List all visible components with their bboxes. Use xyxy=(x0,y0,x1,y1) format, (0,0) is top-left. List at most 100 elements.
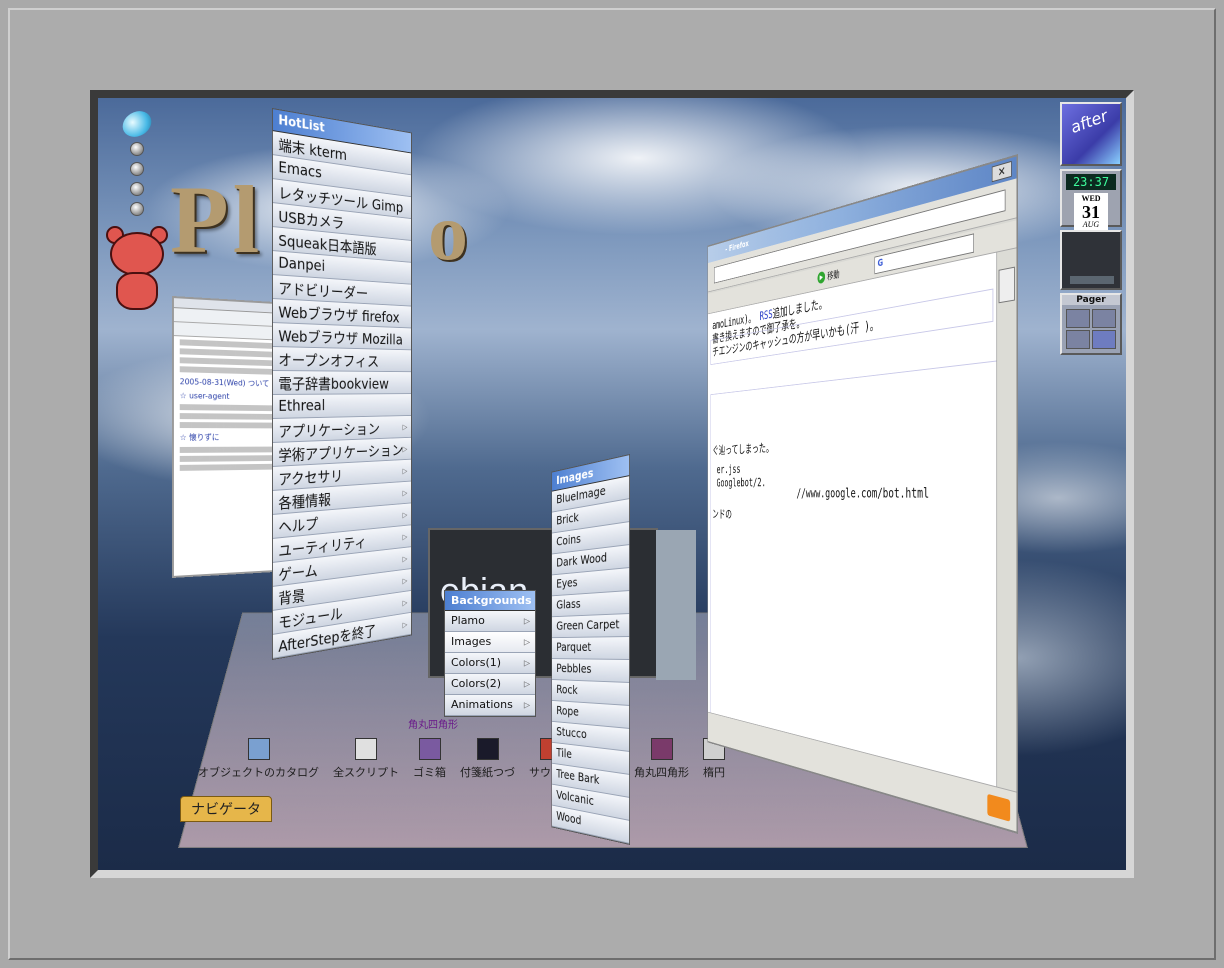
imagesmenu-item[interactable]: Green Carpet xyxy=(551,614,630,639)
menu-item-label: Colors(1) xyxy=(451,656,502,669)
imagesmenu-item[interactable]: Glass xyxy=(551,591,630,618)
submenu-arrow-icon: ▷ xyxy=(402,510,408,519)
navigator-tab[interactable]: ナビゲータ xyxy=(180,796,272,822)
bear-mascot-icon xyxy=(104,226,170,314)
bgmenu-item[interactable]: Colors(2) ▷ xyxy=(445,674,535,695)
squeak-object-icon xyxy=(247,738,270,760)
bgmenu-item[interactable]: Images ▷ xyxy=(445,632,535,653)
content-line: ぐ辿ってしまった。 xyxy=(712,440,774,458)
menu-item-label: 各種情報 xyxy=(278,490,331,513)
imagesmenu-item[interactable]: Pebbles xyxy=(551,659,630,683)
rss-icon[interactable] xyxy=(987,793,1011,822)
menu-item-label: Tree Bark xyxy=(556,767,600,787)
wharf-dock: after 23:37 WED 31 AUG Pager xyxy=(1060,102,1124,358)
menu-item-label: オープンオフィス xyxy=(278,351,380,371)
bgmenu-item[interactable]: Colors(1) ▷ xyxy=(445,653,535,674)
menu-item-label: Webブラウザ Mozilla xyxy=(278,327,403,349)
play-icon: ▶ xyxy=(817,270,826,285)
submenu-arrow-icon: ▷ xyxy=(402,488,408,497)
menu-item-label: Webブラウザ firefox xyxy=(278,303,400,327)
image-side-panel xyxy=(656,530,696,680)
menu-item-label: Parquet xyxy=(556,640,592,654)
submenu-arrow-icon: ▷ xyxy=(402,597,408,607)
page-content[interactable]: amoLinux)。 RSS追加しました。 書き換えますので御了承を。 チエンジ… xyxy=(708,252,997,787)
desktop-dot-icon[interactable] xyxy=(130,182,144,196)
content-line: ンドの xyxy=(712,507,732,522)
pager-desk[interactable] xyxy=(1066,330,1090,349)
content-box xyxy=(710,360,997,787)
backgrounds-menu-title[interactable]: Backgrounds xyxy=(445,591,535,611)
menu-item-label: Volcanic xyxy=(556,788,594,809)
desktop-dot-icon[interactable] xyxy=(130,202,144,216)
menu-item-label: Dark Wood xyxy=(556,550,608,570)
hotlist-item[interactable]: オープンオフィス xyxy=(272,347,412,373)
submenu-arrow-icon: ▷ xyxy=(523,679,530,689)
submenu-arrow-icon: ▷ xyxy=(402,466,408,475)
menu-item-label: Emacs xyxy=(278,157,322,182)
clock-widget[interactable]: 23:37 WED 31 AUG xyxy=(1060,169,1122,231)
menu-item-label: Rope xyxy=(556,703,579,719)
squeak-object-icon xyxy=(418,738,441,760)
menu-item-label: Glass xyxy=(556,597,581,612)
bear-head xyxy=(110,232,164,276)
calendar-month: AUG xyxy=(1082,220,1100,229)
imagesmenu-item[interactable]: Parquet xyxy=(551,637,630,660)
submenu-arrow-icon: ▷ xyxy=(402,444,408,453)
load-bar xyxy=(1070,276,1114,284)
pager-desk[interactable] xyxy=(1066,309,1090,328)
hotlist-item[interactable]: Ethreal xyxy=(272,394,412,419)
images-menu: Images BlueImage Brick Coins Dark Wood Eyes G… xyxy=(551,454,630,845)
hotlist-item[interactable]: 電子辞書bookview xyxy=(272,371,412,395)
submenu-arrow-icon: ▷ xyxy=(402,422,408,431)
bgmenu-item[interactable]: Animations ▷ xyxy=(445,695,535,716)
menu-item-label: アドビリーダー xyxy=(278,279,369,303)
squeak-item-label: オブジェクトのカタログ xyxy=(198,766,319,779)
content-line: er.jss xyxy=(716,462,741,477)
pager-desk-active[interactable] xyxy=(1092,330,1116,349)
go-label: 移動 xyxy=(827,268,840,283)
desktop-dot-icon[interactable] xyxy=(130,142,144,156)
url-text: //www.google.com/bot.html xyxy=(796,484,930,502)
bear-body xyxy=(116,272,158,310)
calendar-day: 31 xyxy=(1082,202,1100,222)
afterstep-logo-button[interactable]: after xyxy=(1060,102,1122,166)
menu-item-label: Pebbles xyxy=(556,661,592,676)
submenu-arrow-icon: ▷ xyxy=(402,619,408,629)
squeak-label: 角丸四角形 xyxy=(408,720,458,731)
close-icon: ✕ xyxy=(997,163,1006,180)
calendar-icon: WED 31 AUG xyxy=(1074,193,1108,231)
pager-title: Pager xyxy=(1062,295,1120,305)
menu-item-label: Colors(2) xyxy=(451,677,502,690)
heading-text: ついて xyxy=(247,378,270,389)
go-button[interactable]: ▶ 移動 xyxy=(817,267,840,285)
menu-item-label: Images xyxy=(451,635,492,648)
menu-item-label: Tile xyxy=(556,746,572,761)
menu-item-label: 電子辞書bookview xyxy=(278,375,389,393)
desktop[interactable]: Pl o 角丸四角形 オブジェクトのカタログ全スクリプトゴミ箱付箋紙つづサウンド… xyxy=(98,98,1126,870)
pager-grid xyxy=(1066,309,1116,349)
squeak-flap-item[interactable]: 全スクリプト xyxy=(333,738,399,780)
cpu-load-monitor[interactable] xyxy=(1060,230,1122,290)
bgmenu-item[interactable]: Plamo ▷ xyxy=(445,611,535,632)
squeak-flap-item[interactable]: オブジェクトのカタログ xyxy=(198,738,319,780)
submenu-arrow-icon: ▷ xyxy=(523,700,530,710)
desktop-dot-icon[interactable] xyxy=(130,162,144,176)
menu-item-label: Coins xyxy=(556,532,581,549)
pin-icon[interactable] xyxy=(118,106,156,142)
pager-widget[interactable]: Pager xyxy=(1060,293,1122,355)
menu-item-label: アクセサリ xyxy=(278,467,343,489)
scrollbar-thumb[interactable] xyxy=(998,266,1015,304)
plamo-logo: Pl xyxy=(170,166,264,273)
menu-item-label: ヘルプ xyxy=(278,515,319,537)
firefox-window[interactable]: - Firefox ✕ ▶ 移動 G amoLinux)。 RSS追加しました。… xyxy=(707,154,1018,834)
submenu-arrow-icon: ▷ xyxy=(523,637,530,647)
squeak-flap-item[interactable]: ゴミ箱 xyxy=(413,738,446,780)
vertical-scrollbar[interactable] xyxy=(996,248,1017,792)
submenu-arrow-icon: ▷ xyxy=(523,658,530,668)
squeak-item-label: ゴミ箱 xyxy=(413,766,446,779)
pager-desk[interactable] xyxy=(1092,309,1116,328)
hotlist-item[interactable]: Webブラウザ Mozilla xyxy=(272,323,412,351)
menu-item-label: Stucco xyxy=(556,724,587,742)
menu-item-label: Eyes xyxy=(556,575,578,591)
content-line: Googlebot/2. xyxy=(716,475,766,490)
